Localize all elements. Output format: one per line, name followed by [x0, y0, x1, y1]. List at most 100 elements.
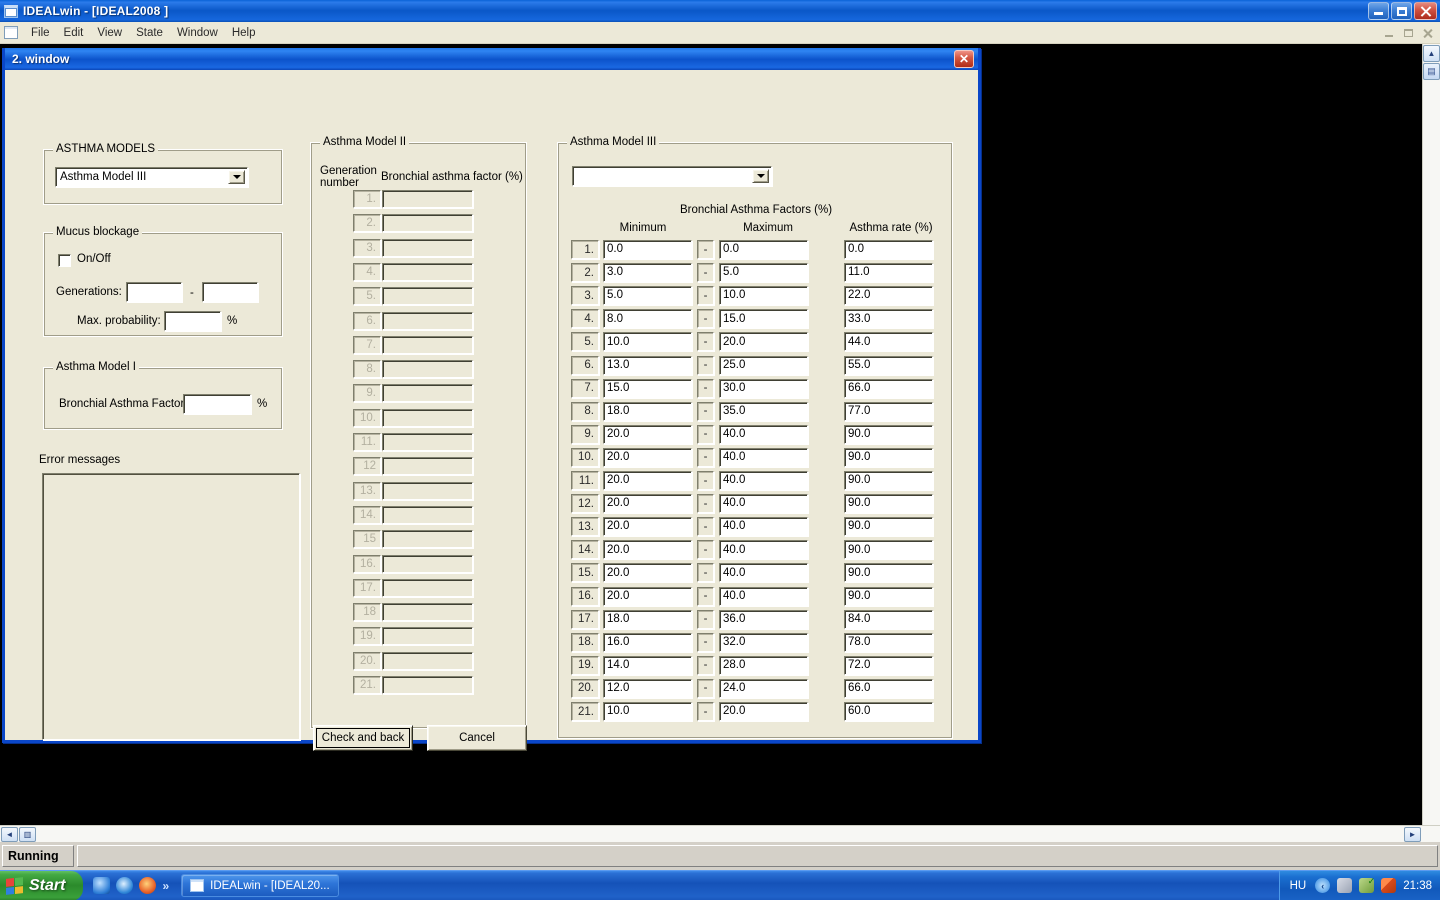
internet-explorer-icon[interactable] [116, 877, 134, 894]
model3-min-input[interactable]: 18.0 [603, 609, 692, 629]
model3-max-input[interactable]: 10.0 [719, 286, 808, 306]
model3-rate-input[interactable]: 66.0 [844, 378, 933, 398]
model3-rate-input[interactable]: 90.0 [844, 517, 933, 537]
generations-from-input[interactable] [126, 282, 182, 302]
model3-max-input[interactable]: 40.0 [719, 447, 808, 467]
asthma-model-select[interactable]: Asthma Model III [55, 167, 248, 187]
model2-factor-input[interactable] [382, 262, 473, 281]
taskbar-item-idealwin[interactable]: IDEALwin - [IDEAL20... [181, 874, 339, 897]
model3-min-input[interactable]: 16.0 [603, 632, 692, 652]
model2-factor-input[interactable] [382, 676, 473, 694]
model2-factor-input[interactable] [382, 530, 473, 549]
generations-to-input[interactable] [202, 282, 258, 302]
model2-factor-input[interactable] [382, 408, 473, 427]
model3-max-input[interactable]: 40.0 [719, 586, 808, 606]
model2-factor-input[interactable] [382, 287, 473, 306]
security-shield-icon[interactable] [1359, 876, 1375, 893]
model3-min-input[interactable]: 12.0 [603, 678, 692, 698]
model2-factor-input[interactable] [382, 505, 473, 524]
model3-rate-input[interactable]: 77.0 [844, 401, 933, 421]
menu-item-window[interactable]: Window [170, 24, 225, 42]
model3-rate-input[interactable]: 66.0 [844, 678, 933, 698]
model3-min-input[interactable]: 8.0 [603, 309, 692, 329]
dialog-close-icon[interactable]: ✕ [954, 50, 974, 68]
mdi-close-button[interactable] [1420, 26, 1436, 40]
network-icon[interactable] [1337, 878, 1353, 893]
model3-min-input[interactable]: 20.0 [603, 586, 692, 606]
model2-factor-input[interactable] [382, 481, 473, 500]
model2-factor-input[interactable] [382, 651, 473, 670]
menu-item-edit[interactable]: Edit [57, 24, 91, 42]
model2-factor-input[interactable] [382, 360, 473, 379]
scroll-up-icon[interactable]: ▲ [1423, 45, 1440, 62]
model3-max-input[interactable]: 30.0 [719, 378, 808, 398]
model3-rate-input[interactable]: 90.0 [844, 586, 933, 606]
model3-rate-input[interactable]: 60.0 [844, 702, 933, 721]
start-button[interactable]: Start [0, 870, 84, 900]
model3-min-input[interactable]: 20.0 [603, 517, 692, 537]
model3-rate-input[interactable]: 72.0 [844, 655, 933, 675]
model3-max-input[interactable]: 20.0 [719, 332, 808, 352]
model3-max-input[interactable]: 35.0 [719, 401, 808, 421]
tray-language-indicator[interactable]: HU [1290, 880, 1307, 892]
mdi-minimize-button[interactable] [1382, 26, 1398, 40]
model3-rate-input[interactable]: 78.0 [844, 632, 933, 652]
menu-item-view[interactable]: View [90, 24, 129, 42]
model3-max-input[interactable]: 28.0 [719, 655, 808, 675]
model3-min-input[interactable]: 3.0 [603, 263, 692, 283]
model3-min-input[interactable]: 20.0 [603, 494, 692, 514]
close-button[interactable] [1414, 2, 1437, 20]
firefox-icon[interactable] [139, 877, 157, 894]
model3-max-input[interactable]: 40.0 [719, 517, 808, 537]
model2-factor-input[interactable] [382, 238, 473, 257]
model2-factor-input[interactable] [382, 311, 473, 330]
check-and-back-button[interactable]: Check and back [313, 725, 413, 751]
scroll-right-icon[interactable]: ► [1404, 826, 1421, 842]
model3-min-input[interactable]: 20.0 [603, 447, 692, 467]
model3-rate-input[interactable]: 90.0 [844, 471, 933, 490]
model3-max-input[interactable]: 15.0 [719, 309, 808, 329]
model3-max-input[interactable]: 24.0 [719, 678, 808, 698]
model3-max-input[interactable]: 40.0 [719, 540, 808, 560]
model2-factor-input[interactable] [382, 433, 473, 451]
max-probability-input[interactable] [164, 311, 221, 331]
model3-max-input[interactable]: 20.0 [719, 702, 808, 721]
model3-select[interactable] [572, 166, 772, 186]
tray-app-icon[interactable] [1381, 878, 1397, 893]
show-desktop-icon[interactable] [93, 877, 111, 894]
menu-item-state[interactable]: State [129, 24, 170, 42]
minimize-button[interactable] [1368, 2, 1389, 20]
model3-min-input[interactable]: 10.0 [603, 332, 692, 352]
model3-min-input[interactable]: 13.0 [603, 355, 692, 375]
model2-factor-input[interactable] [382, 335, 473, 354]
scroll-left-icon[interactable]: ◄ [1, 826, 18, 842]
maximize-button[interactable] [1391, 2, 1412, 20]
model2-factor-input[interactable] [382, 554, 473, 573]
model3-min-input[interactable]: 20.0 [603, 424, 692, 444]
model2-factor-input[interactable] [382, 627, 473, 646]
model3-rate-input[interactable]: 33.0 [844, 309, 933, 329]
menu-item-help[interactable]: Help [225, 24, 263, 42]
horizontal-scrollbar-thumb[interactable]: ▥ [19, 826, 36, 842]
model3-min-input[interactable]: 5.0 [603, 286, 692, 306]
horizontal-scrollbar[interactable]: ◄ ▥ ► [0, 825, 1440, 842]
vertical-scrollbar-thumb[interactable]: ▤ [1423, 63, 1440, 80]
model3-max-input[interactable]: 40.0 [719, 424, 808, 444]
tray-clock[interactable]: 21:38 [1403, 880, 1432, 892]
model3-min-input[interactable]: 20.0 [603, 471, 692, 490]
model3-max-input[interactable]: 40.0 [719, 471, 808, 490]
tray-expand-icon[interactable]: ‹ [1315, 878, 1331, 893]
model1-factor-input[interactable] [183, 394, 251, 414]
model3-max-input[interactable]: 40.0 [719, 563, 808, 583]
model3-rate-input[interactable]: 90.0 [844, 494, 933, 514]
model2-factor-input[interactable] [382, 457, 473, 476]
model3-max-input[interactable]: 40.0 [719, 494, 808, 514]
model3-rate-input[interactable]: 90.0 [844, 424, 933, 444]
mdi-restore-button[interactable] [1401, 26, 1417, 40]
mdi-child-icon[interactable] [4, 26, 18, 39]
model3-min-input[interactable]: 15.0 [603, 378, 692, 398]
model3-max-input[interactable]: 0.0 [719, 240, 808, 259]
model3-min-input[interactable]: 18.0 [603, 401, 692, 421]
model3-max-input[interactable]: 36.0 [719, 609, 808, 629]
model3-rate-input[interactable]: 84.0 [844, 609, 933, 629]
